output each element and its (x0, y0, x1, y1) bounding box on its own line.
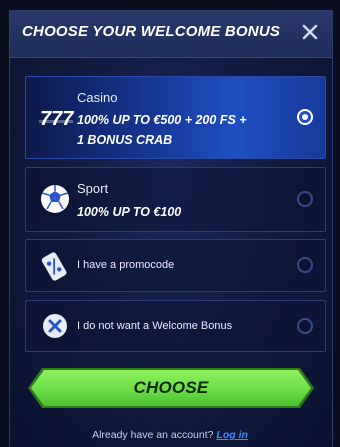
modal-title: CHOOSE YOUR WELCOME BONUS (22, 23, 281, 40)
footer-text: Already have an account? (92, 429, 214, 441)
footer-login-prompt: Already have an account? Log in (0, 429, 340, 441)
option-description: 100% UP TO €100 (77, 205, 182, 219)
bonus-option-promocode[interactable]: I have a promocode (25, 239, 326, 292)
option-label: Sport (77, 181, 109, 196)
login-link[interactable]: Log in (216, 429, 248, 441)
option-label: I have a promocode (77, 259, 175, 271)
soccer-ball-icon (38, 182, 74, 218)
option-label: Casino (77, 90, 118, 105)
bonus-option-sport[interactable]: Sport 100% UP TO €100 (25, 167, 326, 232)
welcome-bonus-modal: CHOOSE YOUR WELCOME BONUS 777 Casino 100… (9, 10, 333, 447)
no-bonus-icon (38, 309, 74, 345)
choose-button[interactable]: CHOOSE (28, 368, 314, 408)
modal-header: CHOOSE YOUR WELCOME BONUS (10, 10, 332, 58)
radio-casino[interactable] (297, 109, 313, 125)
bonus-option-no-bonus[interactable]: I do not want a Welcome Bonus (25, 300, 326, 352)
choose-button-label: CHOOSE (133, 378, 209, 397)
close-icon[interactable] (300, 22, 320, 42)
radio-no-bonus[interactable] (297, 318, 313, 334)
bonus-option-casino[interactable]: 777 Casino 100% UP TO €500 + 200 FS + 1 … (25, 76, 326, 159)
svg-text:777: 777 (40, 108, 74, 130)
radio-promocode[interactable] (297, 257, 313, 273)
option-label: I do not want a Welcome Bonus (77, 320, 233, 332)
slot-777-icon: 777 (38, 98, 74, 134)
promo-ticket-icon (38, 249, 74, 285)
radio-sport[interactable] (297, 191, 313, 207)
option-description: 100% UP TO €500 + 200 FS + 1 BONUS CRAB (77, 113, 247, 147)
